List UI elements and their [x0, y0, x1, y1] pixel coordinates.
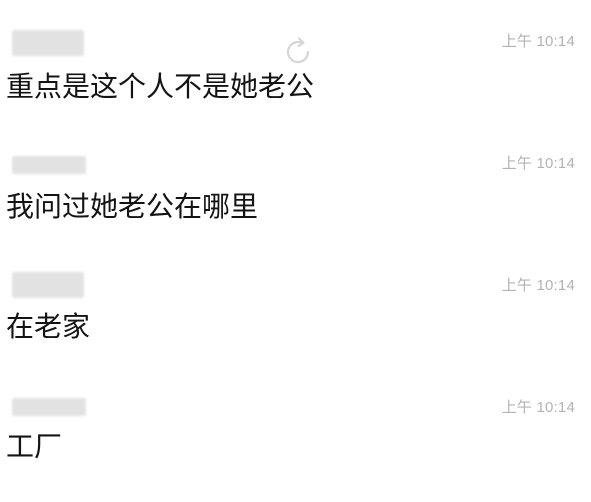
redacted-sender-name: [12, 398, 86, 416]
redacted-sender-name: [12, 30, 84, 56]
message-text[interactable]: 重点是这个人不是她老公: [6, 70, 314, 104]
message-text[interactable]: 在老家: [6, 310, 90, 344]
message-item: 上午 10:14 在老家: [0, 270, 591, 380]
redacted-sender-name: [12, 272, 84, 298]
message-item: 上午 10:14 我问过她老公在哪里: [0, 148, 591, 258]
message-timestamp: 上午 10:14: [501, 277, 575, 294]
message-timestamp: 上午 10:14: [501, 33, 575, 50]
chat-message-list: 上午 10:14 重点是这个人不是她老公 上午 10:14 我问过她老公在哪里 …: [0, 0, 591, 485]
message-text[interactable]: 工厂: [6, 430, 62, 464]
message-timestamp: 上午 10:14: [501, 155, 575, 172]
redacted-sender-name: [12, 156, 86, 174]
message-timestamp: 上午 10:14: [501, 399, 575, 416]
message-text[interactable]: 我问过她老公在哪里: [6, 190, 258, 224]
message-item: 上午 10:14 工厂: [0, 392, 591, 502]
refresh-icon: [286, 37, 310, 64]
